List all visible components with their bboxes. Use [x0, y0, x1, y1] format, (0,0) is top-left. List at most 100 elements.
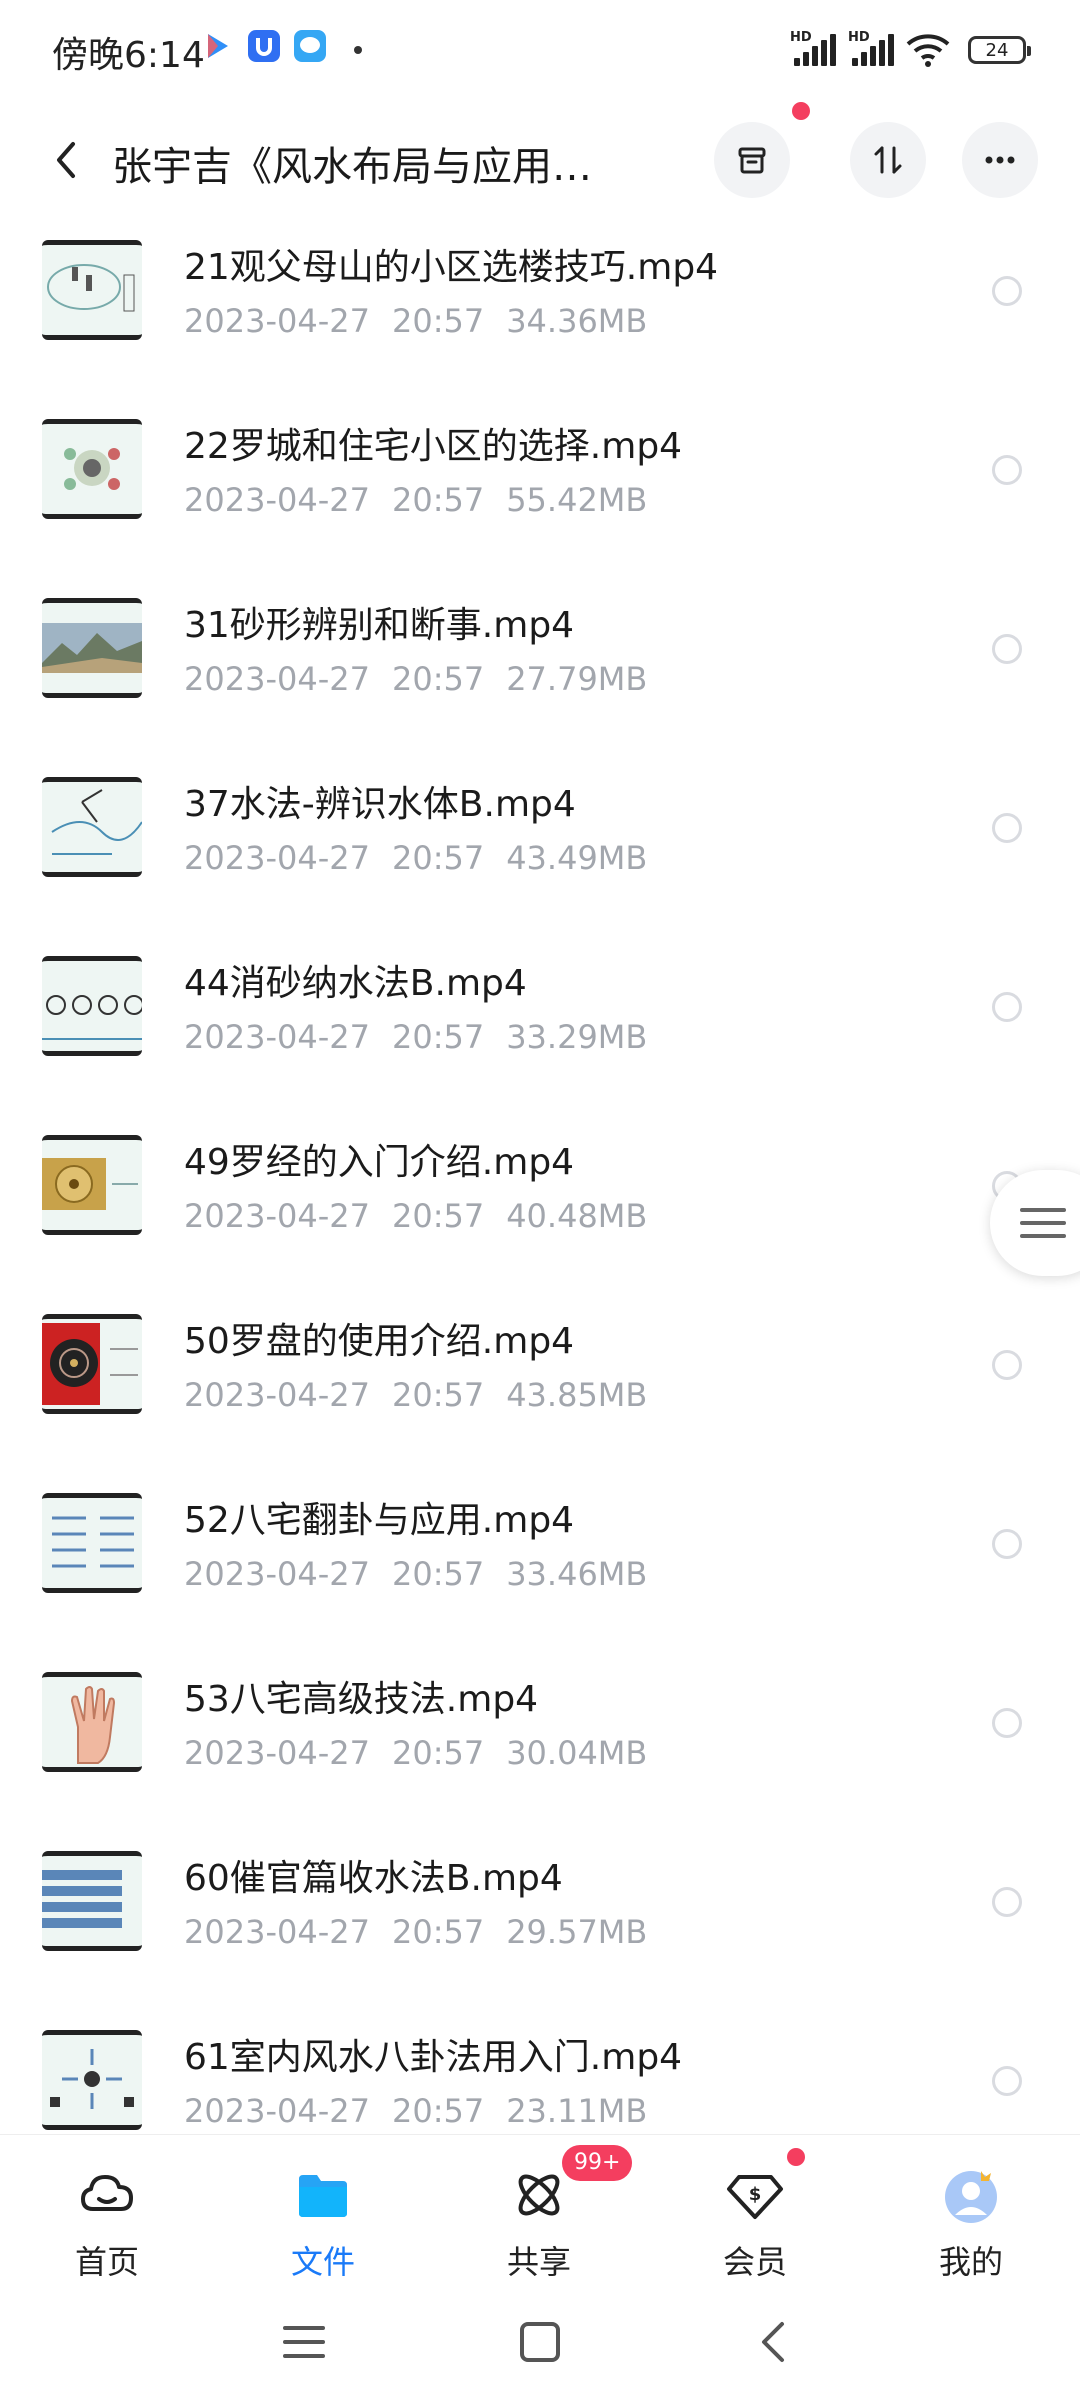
u-app-icon: [248, 30, 280, 62]
file-row[interactable]: 53八宅高级技法.mp4 2023-04-27 20:57 30.04MB: [0, 1646, 1080, 1825]
wifi-icon: [906, 32, 950, 68]
file-meta: 2023-04-27 20:57 34.36MB: [184, 302, 648, 340]
signal-icon-2: HD: [848, 30, 896, 70]
file-name: 52八宅翻卦与应用.mp4: [184, 1500, 575, 1541]
video-thumbnail: [42, 1135, 142, 1235]
nav-member-label: 会员: [722, 2243, 787, 2281]
nav-home-label: 首页: [74, 2243, 139, 2281]
recent-apps-icon[interactable]: [283, 2322, 325, 2362]
battery-icon: 24: [968, 36, 1031, 64]
file-name: 53八宅高级技法.mp4: [184, 1679, 539, 1720]
file-row[interactable]: 37水法-辨识水体B.mp4 2023-04-27 20:57 43.49MB: [0, 751, 1080, 930]
file-row[interactable]: 60催官篇收水法B.mp4 2023-04-27 20:57 29.57MB: [0, 1825, 1080, 2004]
folder-icon: [299, 2175, 347, 2217]
video-app-icon: [200, 30, 232, 62]
select-radio[interactable]: [992, 1708, 1022, 1738]
nav-files-label: 文件: [290, 2243, 355, 2281]
file-name: 49罗经的入门介绍.mp4: [184, 1142, 575, 1183]
nav-member[interactable]: $ 会员: [675, 2135, 835, 2285]
file-row[interactable]: 21观父母山的小区选楼技巧.mp4 2023-04-27 20:57 34.36MB: [0, 214, 1080, 393]
nav-me-label: 我的: [938, 2243, 1003, 2281]
back-arrow-icon: [57, 142, 75, 178]
video-thumbnail: [42, 777, 142, 877]
file-name: 31砂形辨别和断事.mp4: [184, 605, 575, 646]
select-radio[interactable]: [992, 1529, 1022, 1559]
sort-button[interactable]: [850, 122, 926, 198]
file-meta: 2023-04-27 20:57 33.46MB: [184, 1555, 648, 1593]
status-bar: 傍晚6:14 HD HD 24: [0, 0, 1080, 100]
select-radio[interactable]: [992, 634, 1022, 664]
file-row[interactable]: 52八宅翻卦与应用.mp4 2023-04-27 20:57 33.46MB: [0, 1467, 1080, 1646]
select-radio[interactable]: [992, 1887, 1022, 1917]
file-meta: 2023-04-27 20:57 30.04MB: [184, 1734, 648, 1772]
diamond-dollar-icon: $: [727, 2175, 783, 2219]
chat-app-icon: [294, 30, 326, 62]
select-radio[interactable]: [992, 2066, 1022, 2096]
header: 张宇吉《风水布局与应用…: [0, 102, 1080, 214]
member-notification-dot: [787, 2148, 805, 2166]
file-meta: 2023-04-27 20:57 40.48MB: [184, 1197, 648, 1235]
svg-text:$: $: [749, 2184, 762, 2205]
file-row[interactable]: 31砂形辨别和断事.mp4 2023-04-27 20:57 27.79MB: [0, 572, 1080, 751]
file-meta: 2023-04-27 20:57 43.85MB: [184, 1376, 648, 1414]
system-nav-bar: [0, 2284, 1080, 2400]
bottom-nav: 首页 文件 共享 $ 会员 我的: [0, 2134, 1080, 2285]
file-name: 22罗城和住宅小区的选择.mp4: [184, 426, 683, 467]
nav-home[interactable]: 首页: [27, 2135, 187, 2285]
archive-notification-dot: [792, 102, 810, 120]
system-back-icon[interactable]: [758, 2320, 788, 2364]
nav-share-label: 共享: [506, 2243, 571, 2281]
file-meta: 2023-04-27 20:57 27.79MB: [184, 660, 648, 698]
file-meta: 2023-04-27 20:57 43.49MB: [184, 839, 648, 877]
video-thumbnail: [42, 1493, 142, 1593]
select-radio[interactable]: [992, 455, 1022, 485]
status-time: 傍晚6:14: [52, 35, 205, 76]
video-thumbnail: [42, 240, 142, 340]
file-name: 60催官篇收水法B.mp4: [184, 1858, 563, 1899]
more-button[interactable]: [962, 122, 1038, 198]
archive-button[interactable]: [714, 122, 790, 198]
archive-icon: [738, 147, 766, 174]
app-screen: 傍晚6:14 HD HD 24 张宇吉《风水布局与应用… 21观父母山的小区选楼…: [0, 0, 1080, 2400]
video-thumbnail: [42, 2030, 142, 2130]
nav-me[interactable]: 我的: [891, 2135, 1051, 2285]
more-dots-icon: [985, 156, 1015, 164]
file-name: 61室内风水八卦法用入门.mp4: [184, 2037, 683, 2078]
file-meta: 2023-04-27 20:57 23.11MB: [184, 2092, 648, 2130]
select-radio[interactable]: [992, 276, 1022, 306]
file-row[interactable]: 50罗盘的使用介绍.mp4 2023-04-27 20:57 43.85MB: [0, 1288, 1080, 1467]
select-radio[interactable]: [992, 813, 1022, 843]
nav-files[interactable]: 文件: [243, 2135, 403, 2285]
page-title: 张宇吉《风水布局与应用…: [112, 144, 592, 190]
file-row[interactable]: 49罗经的入门介绍.mp4 2023-04-27 20:57 40.48MB: [0, 1109, 1080, 1288]
file-meta: 2023-04-27 20:57 33.29MB: [184, 1018, 648, 1056]
file-name: 21观父母山的小区选楼技巧.mp4: [184, 247, 719, 288]
video-thumbnail: [42, 956, 142, 1056]
avatar-icon: [945, 2171, 997, 2223]
file-name: 44消砂纳水法B.mp4: [184, 963, 527, 1004]
file-name: 50罗盘的使用介绍.mp4: [184, 1321, 575, 1362]
share-atom-icon: [518, 2174, 560, 2216]
file-meta: 2023-04-27 20:57 55.42MB: [184, 481, 648, 519]
select-radio[interactable]: [992, 1350, 1022, 1380]
home-square-icon[interactable]: [518, 2320, 562, 2364]
back-button[interactable]: [36, 130, 96, 190]
file-list: 21观父母山的小区选楼技巧.mp4 2023-04-27 20:57 34.36MB…: [0, 214, 1080, 2134]
sort-icon: [874, 146, 902, 174]
video-thumbnail: [42, 1672, 142, 1772]
share-count-badge: 99+: [562, 2145, 633, 2181]
file-row[interactable]: 61室内风水八卦法用入门.mp4 2023-04-27 20:57 23.11MB: [0, 2004, 1080, 2134]
video-thumbnail: [42, 598, 142, 698]
file-row[interactable]: 44消砂纳水法B.mp4 2023-04-27 20:57 33.29MB: [0, 930, 1080, 1109]
video-thumbnail: [42, 1851, 142, 1951]
cloud-home-icon: [81, 2175, 133, 2211]
file-name: 37水法-辨识水体B.mp4: [184, 784, 576, 825]
notification-dot: [354, 46, 362, 54]
file-row[interactable]: 22罗城和住宅小区的选择.mp4 2023-04-27 20:57 55.42MB: [0, 393, 1080, 572]
file-meta: 2023-04-27 20:57 29.57MB: [184, 1913, 648, 1951]
video-thumbnail: [42, 419, 142, 519]
status-indicators: HD HD 24: [790, 28, 1031, 72]
select-radio[interactable]: [992, 992, 1022, 1022]
signal-icon: HD: [790, 30, 838, 70]
video-thumbnail: [42, 1314, 142, 1414]
